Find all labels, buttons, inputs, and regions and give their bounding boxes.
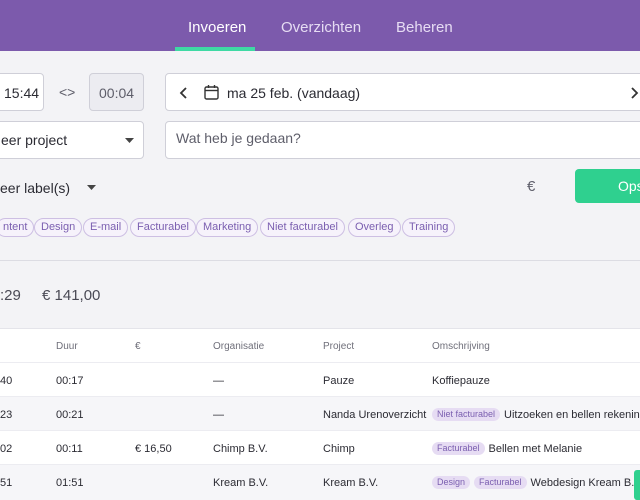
chevron-right-icon[interactable] [629,86,639,100]
row-tag-facturabel: Facturabel [474,476,527,489]
row-description: Koffiepauze [432,375,490,387]
label-chip-facturabel[interactable]: Facturabel [130,218,196,237]
label-chip-email[interactable]: E-mail [83,218,129,237]
column-header-amount[interactable]: € [135,341,141,352]
label-chip-niet-facturabel[interactable]: Niet facturabel [260,218,345,237]
label-select[interactable]: eer label(s) [0,180,70,196]
chat-widget-button[interactable] [634,470,640,500]
label-chip-marketing[interactable]: Marketing [196,218,259,237]
row-description: Uitzoeken en bellen rekenin... [504,409,640,421]
row-start-time: 51 [0,477,13,489]
table-row[interactable]: 40 00:17 — Pauze Koffiepauze [0,362,640,396]
table-row[interactable]: 23 00:21 — Nanda Urenoverzicht Niet fact… [0,396,640,430]
tab-overzichten[interactable]: Overzichten [281,19,361,36]
row-duration: 00:11 [56,443,83,455]
row-project: Nanda Urenoverzicht [323,409,427,421]
save-button[interactable]: Opslaan [575,169,640,203]
row-description: Bellen met Melanie [488,443,583,455]
date-label: ma 25 feb. (vandaag) [227,85,361,101]
row-project: Kream B.V. [323,477,379,489]
total-time: :29 [0,287,21,304]
row-duration: 00:17 [56,375,84,387]
column-header-project[interactable]: Project [323,341,354,352]
row-duration: 01:51 [56,477,84,489]
row-duration: 00:21 [56,409,84,421]
chevron-left-icon[interactable] [179,86,189,100]
duration-field[interactable]: 00:04 [89,73,144,111]
row-description-cell: Design Facturabel Webdesign Kream B.V. [432,476,640,489]
row-description-cell: Niet facturabel Uitzoeken en bellen reken… [432,408,640,421]
top-navigation: Invoeren Overzichten Beheren [0,0,640,51]
row-start-time: 02 [0,443,13,455]
label-chip-training[interactable]: Training [402,218,456,237]
swap-icon[interactable]: <> [59,84,75,100]
row-organisation: — [213,375,224,387]
description-placeholder: Wat heb je gedaan? [176,130,301,146]
billable-euro-toggle[interactable]: € [527,178,535,195]
table-row[interactable]: 02 00:11 € 16,50 Chimp B.V. Chimp Factur… [0,430,640,464]
save-button-label: Opslaan [618,178,640,194]
duration-value: 00:04 [99,85,135,101]
table-row[interactable]: 51 01:51 Kream B.V. Kream B.V. Design Fac… [0,464,640,500]
row-tag-niet-facturabel: Niet facturabel [432,408,501,421]
row-project: Chimp [323,443,355,455]
project-select[interactable]: eer project [0,121,144,159]
row-organisation: — [213,409,224,421]
description-input[interactable]: Wat heb je gedaan? [165,121,640,159]
column-header-omschrijving[interactable]: Omschrijving [432,341,490,352]
label-chip-content[interactable]: ntent [0,218,35,237]
row-start-time: 40 [0,375,13,387]
row-tag-facturabel: Facturabel [432,442,485,455]
start-time-field[interactable]: 15:44 [0,73,44,111]
row-amount: € 16,50 [135,443,172,455]
start-time-value: 15:44 [4,85,40,101]
caret-down-icon [125,138,134,143]
row-tag-design: Design [432,476,471,489]
label-chip-overleg[interactable]: Overleg [348,218,401,237]
row-project: Pauze [323,375,355,387]
project-select-placeholder: eer project [1,132,68,148]
tab-invoeren[interactable]: Invoeren [188,19,246,36]
row-organisation: Chimp B.V. [213,443,268,455]
row-description-cell: Facturabel Bellen met Melanie [432,442,582,455]
tab-beheren[interactable]: Beheren [396,19,453,36]
row-start-time: 23 [0,409,13,421]
column-header-organisatie[interactable]: Organisatie [213,341,264,352]
row-organisation: Kream B.V. [213,477,269,489]
date-picker[interactable]: ma 25 feb. (vandaag) [165,73,640,111]
total-amount: € 141,00 [42,287,101,304]
label-caret-down-icon[interactable] [87,185,96,191]
calendar-icon [204,85,219,100]
column-header-duur[interactable]: Duur [56,341,78,352]
label-chip-design[interactable]: Design [34,218,83,237]
row-description: Webdesign Kream B.V. [530,477,640,489]
